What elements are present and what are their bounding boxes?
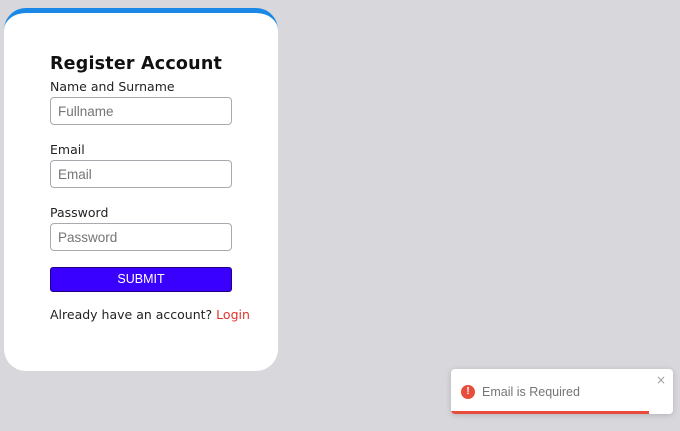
submit-button[interactable]: SUBMIT <box>50 267 232 292</box>
login-prompt: Already have an account? Login <box>50 307 250 323</box>
error-toast: ! Email is Required × <box>451 369 673 414</box>
register-form: Register Account Name and Surname Email … <box>50 50 250 323</box>
toast-progress-bar <box>451 411 649 414</box>
error-icon: ! <box>461 385 475 399</box>
register-card: Register Account Name and Surname Email … <box>4 8 278 371</box>
toast-message: Email is Required <box>482 385 580 399</box>
email-input[interactable] <box>50 160 232 188</box>
email-label: Email <box>50 142 85 157</box>
password-label: Password <box>50 205 109 220</box>
fullname-label: Name and Surname <box>50 79 175 94</box>
login-link[interactable]: Login <box>216 307 250 322</box>
close-icon[interactable]: × <box>656 373 666 387</box>
password-input[interactable] <box>50 223 232 251</box>
form-title: Register Account <box>50 54 223 74</box>
fullname-input[interactable] <box>50 97 232 125</box>
login-prompt-text: Already have an account? <box>50 307 213 322</box>
